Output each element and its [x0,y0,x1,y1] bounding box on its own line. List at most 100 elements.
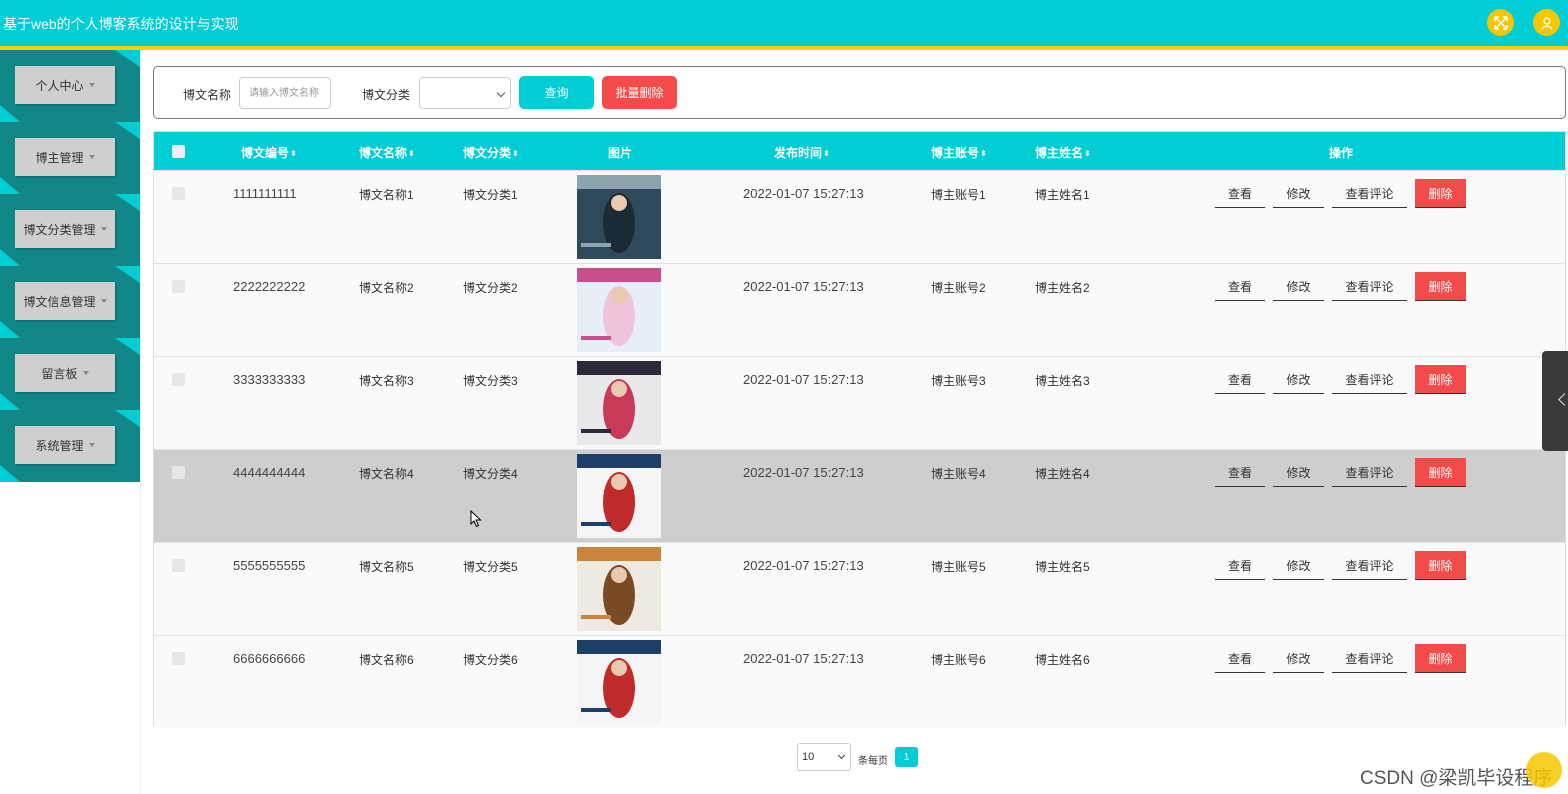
sidebar-item-personal-center: 个人中心 [0,50,140,122]
floating-button[interactable] [1526,752,1562,788]
select-all-checkbox[interactable] [172,145,185,158]
sidebar-item-message-board: 留言板 [0,338,140,410]
sidebar-button[interactable]: 博文信息管理 [15,282,115,320]
view-comments-button[interactable]: 查看评论 [1332,366,1407,394]
cell-account: 博主账号5 [931,560,986,574]
column-header-time[interactable]: 发布时间⬍ [774,144,830,161]
row-checkbox[interactable] [172,280,185,293]
cover-image[interactable] [577,640,661,724]
view-comments-button[interactable]: 查看评论 [1332,180,1407,208]
cell-publish-time: 2022-01-07 15:27:13 [743,651,864,666]
sidebar-item-post-management: 博文信息管理 [0,266,140,338]
row-checkbox[interactable] [172,466,185,479]
view-comments-button[interactable]: 查看评论 [1332,459,1407,487]
edit-button[interactable]: 修改 [1273,552,1324,580]
table-row: 4444444444 博文名称4 博文分类4 2022-01-07 15:27:13 博… [154,449,1565,542]
cell-author: 博主姓名3 [1035,374,1090,388]
row-checkbox[interactable] [172,187,185,200]
fullscreen-icon[interactable] [1487,9,1514,36]
edit-button[interactable]: 修改 [1273,180,1324,208]
sidebar-button[interactable]: 博文分类管理 [15,210,115,248]
page-number-current[interactable]: 1 [895,747,918,767]
delete-button[interactable]: 删除 [1415,365,1466,394]
side-drawer-toggle[interactable] [1542,351,1568,451]
view-button[interactable]: 查看 [1215,552,1265,580]
cover-image[interactable] [577,547,661,631]
app-title: 基于web的个人博客系统的设计与实现 [3,16,239,32]
delete-button[interactable]: 删除 [1415,272,1466,301]
cell-account: 博主账号4 [931,467,986,481]
delete-button[interactable]: 删除 [1415,551,1466,580]
caret-down-icon [88,155,95,159]
view-button[interactable]: 查看 [1215,645,1265,673]
query-button[interactable]: 查询 [519,76,594,109]
sidebar: 个人中心 博主管理 博文分类管理 博文信息管理 留言板 系统管理 [0,50,141,794]
top-header: 基于web的个人博客系统的设计与实现 [0,0,1568,46]
cell-name: 博文名称2 [359,281,414,295]
column-header-actions: 操作 [1329,146,1354,160]
sidebar-button[interactable]: 系统管理 [15,426,115,464]
table-row: 2222222222 博文名称2 博文分类2 2022-01-07 15:27:13 博… [154,263,1565,356]
mouse-cursor-icon [470,510,482,528]
view-comments-button[interactable]: 查看评论 [1332,273,1407,301]
cover-image[interactable] [577,268,661,352]
row-checkbox[interactable] [172,652,185,665]
cell-category: 博文分类2 [463,281,518,295]
page-size-label: 条每页 [858,756,888,767]
delete-button[interactable]: 删除 [1415,458,1466,487]
caret-down-icon [88,83,95,87]
page-size-select[interactable]: 10 [797,743,851,771]
column-header-author[interactable]: 博主姓名⬍ [1035,144,1091,161]
view-button[interactable]: 查看 [1215,273,1265,301]
sort-icon: ⬍ [290,149,297,158]
view-button[interactable]: 查看 [1215,459,1265,487]
cell-category: 博文分类3 [463,374,518,388]
view-comments-button[interactable]: 查看评论 [1332,552,1407,580]
cover-image[interactable] [577,175,661,259]
column-header-account[interactable]: 博主账号⬍ [931,144,987,161]
column-header-image: 图片 [608,146,633,160]
sort-icon: ⬍ [980,149,987,158]
cell-publish-time: 2022-01-07 15:27:13 [743,465,864,480]
delete-button[interactable]: 删除 [1415,644,1466,673]
cell-author: 博主姓名5 [1035,560,1090,574]
sidebar-button[interactable]: 个人中心 [15,66,115,104]
cell-id: 4444444444 [233,465,306,480]
edit-button[interactable]: 修改 [1273,459,1324,487]
edit-button[interactable]: 修改 [1273,366,1324,394]
cell-author: 博主姓名1 [1035,188,1090,202]
cell-name: 博文名称6 [359,653,414,667]
column-header-category[interactable]: 博文分类⬍ [463,144,519,161]
edit-button[interactable]: 修改 [1273,645,1324,673]
cell-name: 博文名称1 [359,188,414,202]
cell-author: 博主姓名4 [1035,467,1090,481]
post-name-input[interactable] [239,77,331,109]
sidebar-button[interactable]: 博主管理 [15,138,115,176]
table-row: 6666666666 博文名称6 博文分类6 2022-01-07 15:27:13 博… [154,635,1565,728]
sidebar-button[interactable]: 留言板 [15,354,115,392]
cover-image[interactable] [577,454,661,538]
row-checkbox[interactable] [172,373,185,386]
category-select[interactable] [419,77,511,109]
cell-name: 博文名称5 [359,560,414,574]
view-button[interactable]: 查看 [1215,366,1265,394]
name-label: 博文名称 [183,88,232,102]
cell-category: 博文分类6 [463,653,518,667]
column-header-id[interactable]: 博文编号⬍ [241,144,297,161]
row-checkbox[interactable] [172,559,185,572]
column-header-name[interactable]: 博文名称⬍ [359,144,415,161]
batch-delete-button[interactable]: 批量删除 [602,76,677,109]
cell-category: 博文分类4 [463,467,518,481]
cell-author: 博主姓名2 [1035,281,1090,295]
view-button[interactable]: 查看 [1215,180,1265,208]
table-row: 3333333333 博文名称3 博文分类3 2022-01-07 15:27:13 博… [154,356,1565,449]
delete-button[interactable]: 删除 [1415,179,1466,208]
header-stripe [0,46,1568,50]
cell-account: 博主账号6 [931,653,986,667]
cell-author: 博主姓名6 [1035,653,1090,667]
view-comments-button[interactable]: 查看评论 [1332,645,1407,673]
post-table: 博文编号⬍ 博文名称⬍ 博文分类⬍ 图片 发布时间⬍ 博主账号⬍ 博主姓名⬍ 操… [153,131,1566,728]
user-icon[interactable] [1533,9,1560,36]
cover-image[interactable] [577,361,661,445]
edit-button[interactable]: 修改 [1273,273,1324,301]
